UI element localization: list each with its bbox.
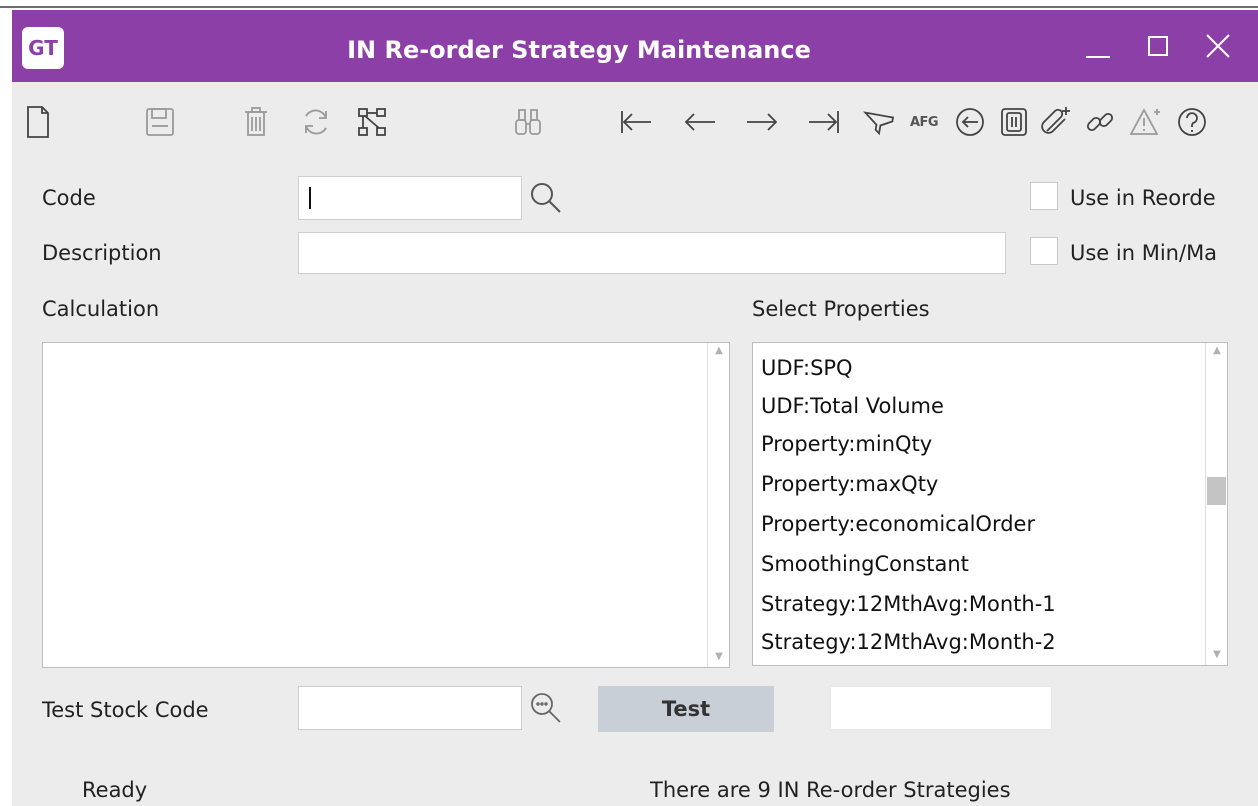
- refresh-button[interactable]: [296, 100, 336, 144]
- back-circle-icon: [956, 108, 984, 136]
- list-item[interactable]: Strategy:12MthAvg:Month-1: [761, 584, 1056, 624]
- scroll-up-icon: ▲: [1213, 345, 1221, 356]
- first-record-icon: [621, 111, 651, 133]
- test-result-field: [830, 686, 1052, 730]
- next-record-icon: [747, 113, 778, 131]
- link-icon: [1086, 112, 1114, 132]
- description-label: Description: [42, 241, 162, 265]
- next-record-button[interactable]: [742, 100, 782, 144]
- test-stock-code-input[interactable]: [298, 686, 522, 730]
- link-button[interactable]: [1080, 100, 1120, 144]
- delete-icon: [245, 107, 267, 136]
- maximize-icon: [1148, 36, 1168, 56]
- scroll-down-icon: ▼: [1213, 649, 1221, 660]
- hierarchy-icon: [358, 108, 386, 136]
- list-item[interactable]: UDF:Total Volume: [761, 386, 944, 426]
- binoculars-icon: [515, 109, 541, 135]
- search-icon: [531, 183, 561, 213]
- close-button[interactable]: [1196, 24, 1240, 68]
- warning-button[interactable]: [1126, 100, 1166, 144]
- help-button[interactable]: [1172, 100, 1212, 144]
- last-record-button[interactable]: [804, 100, 844, 144]
- list-item[interactable]: Property:economicalOrder: [761, 504, 1035, 544]
- new-button[interactable]: [18, 100, 58, 144]
- test-button[interactable]: Test: [598, 686, 774, 732]
- previous-record-icon: [684, 113, 715, 131]
- attach-add-icon: [1041, 107, 1070, 134]
- scroll-down-icon: ▼: [715, 651, 723, 662]
- list-item[interactable]: UDF:SPQ: [761, 348, 853, 388]
- minimize-button[interactable]: [1076, 24, 1120, 68]
- add-attachment-button[interactable]: [1036, 100, 1076, 144]
- properties-scrollbar[interactable]: ▲ ▼: [1205, 343, 1227, 665]
- status-record-count: There are 9 IN Re-order Strategies: [650, 778, 1011, 802]
- window-title: IN Re-order Strategy Maintenance: [347, 36, 811, 64]
- maximize-button[interactable]: [1136, 24, 1180, 68]
- refresh-icon: [305, 109, 327, 135]
- scroll-up-icon: ▲: [715, 345, 723, 356]
- title-bar: GT IN Re-order Strategy Maintenance: [12, 10, 1258, 82]
- top-border: [0, 0, 1258, 8]
- afg-icon: AFG: [909, 114, 939, 130]
- use-in-minmax-checkbox[interactable]: [1030, 237, 1058, 265]
- minimize-icon: [1086, 56, 1110, 58]
- delete-button[interactable]: [236, 100, 276, 144]
- funnel-icon: [862, 111, 895, 136]
- clipboard-icon: [1001, 108, 1027, 136]
- help-icon: [1178, 108, 1206, 136]
- status-ready: Ready: [82, 778, 148, 802]
- code-label: Code: [42, 186, 96, 210]
- use-in-reorder-label: Use in Reorde: [1070, 186, 1216, 210]
- hierarchy-button[interactable]: [352, 100, 392, 144]
- list-item[interactable]: Property:maxQty: [761, 464, 938, 504]
- app-window: GT IN Re-order Strategy Maintenance AFG …: [12, 10, 1258, 806]
- find-button[interactable]: [508, 100, 548, 144]
- first-record-button[interactable]: [616, 100, 656, 144]
- scroll-thumb[interactable]: [1207, 477, 1226, 505]
- select-properties-label: Select Properties: [752, 297, 930, 321]
- list-item[interactable]: Property:minQty: [761, 424, 932, 464]
- calculation-scrollbar[interactable]: ▲ ▼: [707, 343, 729, 667]
- text-caret: [309, 187, 311, 209]
- use-in-reorder-checkbox[interactable]: [1030, 182, 1058, 210]
- new-document-icon: [27, 106, 49, 138]
- list-item[interactable]: SmoothingConstant: [761, 544, 969, 584]
- close-icon: [1206, 34, 1230, 58]
- calculation-label: Calculation: [42, 297, 160, 321]
- warning-icon: [1129, 108, 1160, 135]
- previous-record-button[interactable]: [680, 100, 720, 144]
- code-input[interactable]: [298, 176, 522, 220]
- description-input[interactable]: [298, 232, 1006, 274]
- save-icon: [146, 108, 174, 136]
- test-stock-code-label: Test Stock Code: [42, 698, 209, 722]
- list-item[interactable]: Strategy:12MthAvg:Month-2: [761, 622, 1056, 662]
- search-icon: [531, 693, 561, 723]
- code-search-button[interactable]: [524, 176, 568, 220]
- properties-list: UDF:SPQ UDF:Total Volume Property:minQty…: [752, 342, 1228, 666]
- use-in-minmax-label: Use in Min/Ma: [1070, 241, 1218, 265]
- save-button[interactable]: [140, 100, 180, 144]
- last-record-icon: [809, 111, 839, 133]
- calculation-textarea[interactable]: ▲ ▼: [42, 342, 730, 668]
- afg-button[interactable]: AFG: [904, 100, 944, 144]
- toolbar: AFG: [12, 94, 1258, 150]
- filter-button[interactable]: [858, 100, 898, 144]
- test-stock-search-button[interactable]: [524, 686, 568, 730]
- clipboard-button[interactable]: [994, 100, 1034, 144]
- back-button[interactable]: [950, 100, 990, 144]
